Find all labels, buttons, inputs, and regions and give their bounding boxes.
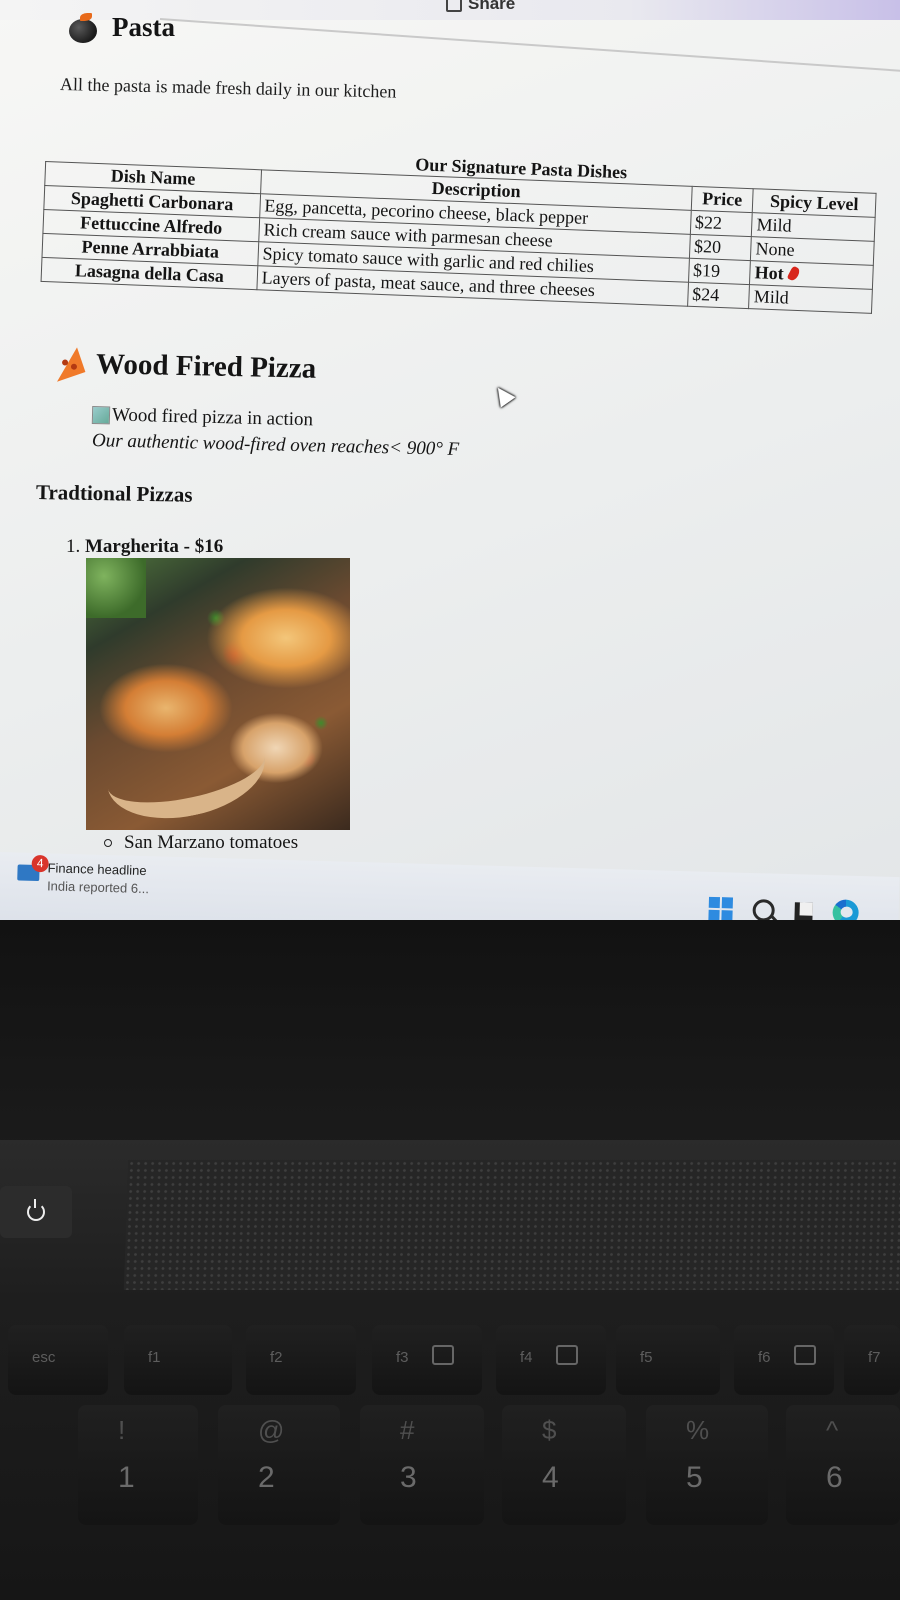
key-f7[interactable]: f7 (844, 1325, 900, 1395)
key-f2[interactable]: f2 (246, 1325, 356, 1395)
news-widget[interactable]: 4 Finance headline India reported 6... (17, 854, 150, 899)
key-label: 5 (686, 1461, 703, 1494)
news-badge: 4 (31, 854, 49, 873)
tomato-icon (68, 12, 98, 43)
key-label: 1 (118, 1461, 135, 1494)
key-label: f4 (520, 1349, 533, 1366)
key-label: f3 (396, 1349, 409, 1366)
speaker-grille (123, 1160, 900, 1290)
key-f3[interactable]: f3 (372, 1325, 482, 1395)
pasta-heading-text: Pasta (112, 12, 175, 42)
brightness-icon (432, 1345, 454, 1365)
key-3[interactable]: #3 (360, 1405, 484, 1525)
power-button[interactable] (0, 1186, 72, 1238)
laptop-bezel (0, 920, 900, 1150)
key-label: f5 (640, 1349, 653, 1366)
pizza-name-price: Margherita - $16 (85, 536, 224, 557)
dish-price: $20 (689, 234, 752, 261)
dish-spicy-level: Mild (748, 284, 873, 314)
list-number: 1. (66, 536, 81, 557)
pizza-heading: Wood Fired Pizza (52, 347, 317, 386)
key-4[interactable]: $4 (502, 1405, 626, 1525)
topping-text: San Marzano tomatoes (124, 832, 299, 853)
search-icon[interactable] (752, 899, 775, 920)
key-shift-label: ^ (826, 1415, 839, 1445)
key-shift-label: @ (258, 1415, 285, 1445)
key-1[interactable]: ! 1 (78, 1405, 198, 1525)
key-label: 6 (826, 1461, 843, 1494)
oven-caption: Our authentic wood-fired oven reaches< 9… (91, 430, 460, 460)
image-alt-text: Wood fired pizza in action (111, 404, 314, 431)
broken-image-icon (91, 406, 111, 425)
key-label: f2 (270, 1349, 283, 1366)
pasta-heading: Pasta (68, 12, 175, 43)
pizza-heading-text: Wood Fired Pizza (95, 348, 317, 385)
pizza-oven-image: Wood fired pizza in action (91, 404, 314, 431)
header-price: Price (690, 186, 754, 213)
key-f6[interactable]: f6 (734, 1325, 834, 1395)
key-6[interactable]: ^ 6 (786, 1405, 900, 1525)
key-2[interactable]: @2 (218, 1405, 340, 1525)
key-esc[interactable]: esc (8, 1325, 108, 1395)
dish-spicy-level: Hot (754, 262, 785, 284)
mute-icon (794, 1345, 816, 1365)
key-f4[interactable]: f4 (496, 1325, 606, 1395)
key-label: 4 (542, 1461, 559, 1494)
key-label: f7 (868, 1349, 881, 1366)
pasta-table-container: Our Signature Pasta Dishes Dish Name Des… (41, 140, 878, 314)
pasta-intro: All the pasta is made fresh daily in our… (59, 74, 397, 102)
pasta-table: Our Signature Pasta Dishes Dish Name Des… (41, 140, 878, 314)
key-label: 2 (258, 1461, 275, 1494)
edge-browser-icon[interactable] (832, 899, 859, 920)
news-subtitle: India reported 6... (46, 878, 150, 897)
news-icon: 4 (17, 854, 49, 882)
key-shift-label: ! (118, 1415, 126, 1445)
key-shift-label: # (400, 1415, 415, 1445)
task-view-icon[interactable] (794, 902, 813, 920)
key-f1[interactable]: f1 (124, 1325, 232, 1395)
display-icon (556, 1345, 578, 1365)
windows-start-icon[interactable] (708, 896, 734, 920)
dish-price: $19 (688, 258, 751, 285)
taskbar-icons (708, 896, 859, 920)
key-label: 3 (400, 1461, 417, 1494)
dish-price: $22 (690, 210, 753, 237)
topping-item: San Marzano tomatoes (104, 832, 298, 854)
screen: Share Pasta All the pasta is made fresh … (0, 0, 900, 920)
key-shift-label: $ (542, 1415, 557, 1445)
key-label: f1 (148, 1349, 161, 1366)
key-5[interactable]: % 5 (646, 1405, 768, 1525)
chili-icon (786, 265, 802, 283)
key-label: f6 (758, 1349, 771, 1366)
news-text: Finance headline India reported 6... (47, 859, 150, 898)
list-item: 1. Margherita - $16 (66, 536, 223, 558)
power-icon (27, 1199, 45, 1221)
key-shift-label: % (686, 1415, 710, 1445)
pizza-slice-icon (52, 349, 83, 380)
key-label: esc (32, 1349, 56, 1366)
dish-price: $24 (687, 282, 750, 309)
page-content: Pasta All the pasta is made fresh daily … (0, 0, 900, 900)
margherita-photo (86, 558, 350, 830)
key-f5[interactable]: f5 (616, 1325, 720, 1395)
circle-bullet-icon (104, 839, 112, 847)
traditional-pizzas-heading: Tradtional Pizzas (35, 480, 193, 507)
